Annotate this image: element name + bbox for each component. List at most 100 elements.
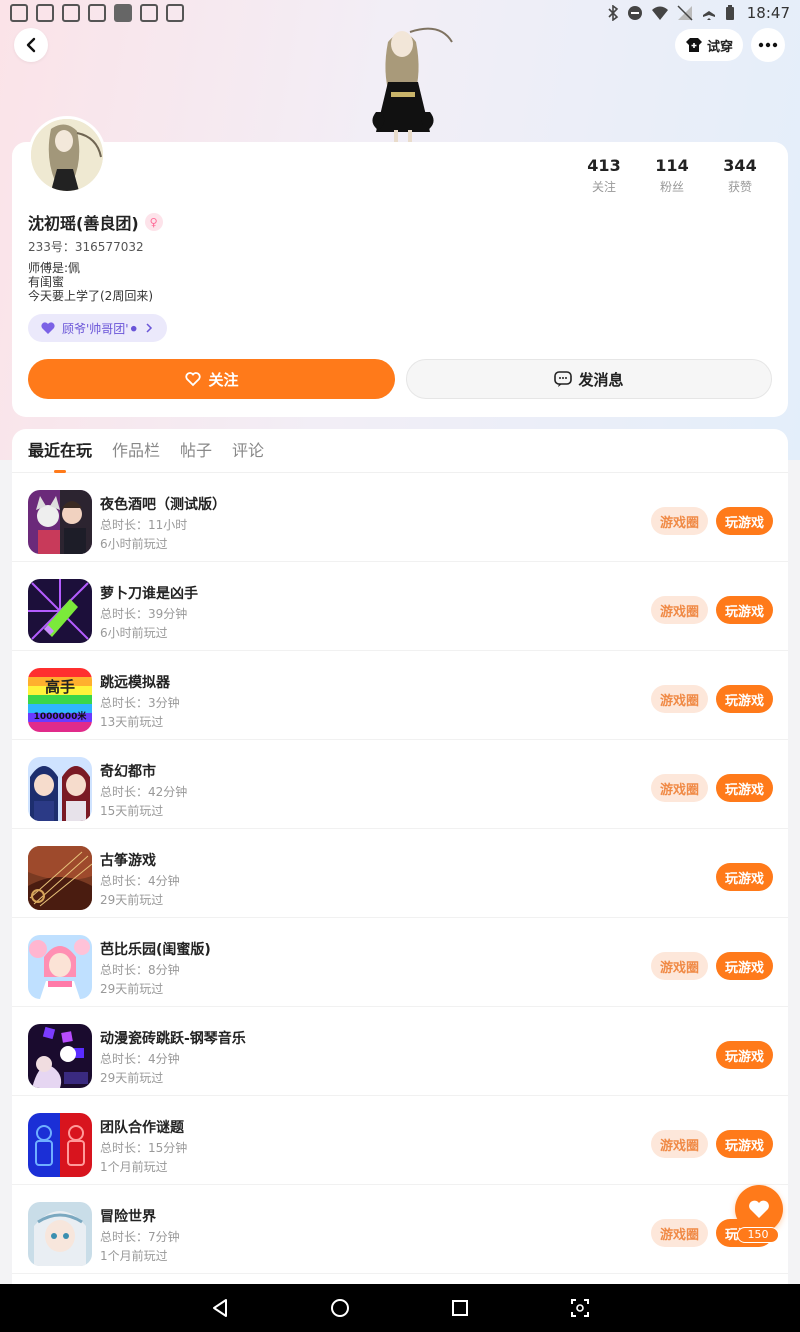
team-label: 顾爷'帅哥团'⚫: [62, 321, 139, 336]
try-on-button[interactable]: 试穿: [675, 29, 743, 61]
notification-icon: [10, 4, 28, 22]
game-icon: 高手 1000000米: [28, 668, 92, 732]
play-game-button[interactable]: 玩游戏: [716, 863, 773, 891]
game-circle-button[interactable]: 游戏圈: [651, 1219, 708, 1247]
game-last-played: 6小时前玩过: [100, 537, 168, 551]
like-count: 150: [737, 1227, 779, 1243]
profile-card: 413 关注 114 粉丝 344 获赞 沈初瑶(善良团) ♀ 233号：316…: [12, 116, 788, 417]
bluetooth-icon: [608, 5, 618, 21]
message-label: 发消息: [578, 370, 624, 389]
tab-comments[interactable]: 评论: [232, 429, 264, 473]
game-row[interactable]: 高手 1000000米 跳远模拟器 总时长：3分钟 13天前玩过 游戏圈 玩游戏: [12, 651, 788, 740]
try-on-label: 试穿: [706, 39, 733, 55]
game-last-played: 29天前玩过: [100, 893, 164, 907]
bio-line: 有闺蜜: [28, 275, 65, 289]
game-circle-button[interactable]: 游戏圈: [651, 774, 708, 802]
bio-line: 今天要上学了(2周回来): [28, 289, 153, 303]
stat-label: 粉丝: [659, 180, 684, 194]
game-icon: [28, 1113, 92, 1177]
game-icon: [28, 1202, 92, 1266]
video-icon: [140, 4, 158, 22]
game-row[interactable]: 古筝游戏 总时长：4分钟 29天前玩过 玩游戏: [12, 829, 788, 918]
nav-back-icon[interactable]: [210, 1298, 230, 1318]
tshirt-icon: [685, 38, 702, 52]
game-circle-button[interactable]: 游戏圈: [651, 685, 708, 713]
game-last-played: 1个月前玩过: [100, 1249, 168, 1263]
game-last-played: 29天前玩过: [100, 1071, 164, 1085]
game-circle-button[interactable]: 游戏圈: [651, 1130, 708, 1158]
games-panel: 最近在玩 作品栏 帖子 评论 夜色酒吧（测试版） 总时长：11小时 6小时前玩过…: [12, 429, 788, 1289]
chat-icon: [554, 371, 573, 387]
nav-screenshot-icon[interactable]: [570, 1298, 590, 1318]
stat-followers[interactable]: 114 粉丝: [638, 156, 706, 196]
avatar[interactable]: [28, 116, 106, 194]
game-row[interactable]: 团队合作谜题 总时长：15分钟 1个月前玩过 游戏圈 玩游戏: [12, 1096, 788, 1185]
chevron-right-icon: [146, 323, 152, 333]
heart-icon: [41, 322, 55, 334]
game-duration: 总时长：11小时: [100, 518, 188, 532]
stat-following[interactable]: 413 关注: [570, 156, 638, 196]
game-icon: [28, 846, 92, 910]
game-circle-button[interactable]: 游戏圈: [651, 596, 708, 624]
game-last-played: 29天前玩过: [100, 982, 164, 996]
stat-likes[interactable]: 344 获赞: [706, 156, 774, 196]
like-button[interactable]: [735, 1185, 783, 1233]
game-row[interactable]: 夜色酒吧（测试版） 总时长：11小时 6小时前玩过 游戏圈 玩游戏: [12, 473, 788, 562]
game-row[interactable]: 奇幻都市 总时长：42分钟 15天前玩过 游戏圈 玩游戏: [12, 740, 788, 829]
game-name: 团队合作谜题: [100, 1120, 184, 1136]
more-button[interactable]: [751, 28, 785, 62]
game-last-played: 6小时前玩过: [100, 626, 168, 640]
nav-home-icon[interactable]: [330, 1298, 350, 1318]
game-duration: 总时长：39分钟: [100, 607, 188, 621]
follow-button[interactable]: 关注: [28, 359, 395, 399]
message-button[interactable]: 发消息: [406, 359, 772, 399]
game-last-played: 1个月前玩过: [100, 1160, 168, 1174]
play-game-button[interactable]: 玩游戏: [716, 596, 773, 624]
tab-posts[interactable]: 帖子: [180, 429, 212, 473]
game-name: 芭比乐园(闺蜜版): [100, 942, 211, 958]
game-duration: 总时长：42分钟: [100, 785, 188, 799]
stat-value: 344: [723, 156, 757, 175]
game-circle-button[interactable]: 游戏圈: [651, 952, 708, 980]
bio-line: 师傅是:佩: [28, 261, 81, 275]
game-duration: 总时长：8分钟: [100, 963, 180, 977]
back-button[interactable]: [14, 28, 48, 62]
stat-label: 关注: [591, 180, 616, 194]
game-name: 动漫瓷砖跳跃-钢琴音乐: [100, 1031, 246, 1047]
game-icon: [28, 1024, 92, 1088]
team-pill[interactable]: 顾爷'帅哥团'⚫: [28, 314, 167, 342]
stat-label: 获赞: [727, 180, 752, 194]
stat-value: 413: [587, 156, 621, 175]
dnd-icon: [627, 6, 642, 20]
avatar-figure: [372, 27, 453, 142]
signal-off-icon: [677, 5, 693, 21]
nav-recents-icon[interactable]: [450, 1298, 470, 1318]
play-game-button[interactable]: 玩游戏: [716, 685, 773, 713]
tab-works[interactable]: 作品栏: [112, 429, 160, 473]
game-row[interactable]: 芭比乐园(闺蜜版) 总时长：8分钟 29天前玩过 游戏圈 玩游戏: [12, 918, 788, 1007]
game-row[interactable]: 动漫瓷砖跳跃-钢琴音乐 总时长：4分钟 29天前玩过 玩游戏: [12, 1007, 788, 1096]
play-game-button[interactable]: 玩游戏: [716, 774, 773, 802]
game-duration: 总时长：15分钟: [100, 1141, 188, 1155]
notification-icon: [36, 4, 54, 22]
user-name-row: 沈初瑶(善良团) ♀: [28, 210, 163, 234]
play-game-button[interactable]: 玩游戏: [716, 1130, 773, 1158]
follow-label: 关注: [208, 370, 239, 389]
tab-bar: 最近在玩 作品栏 帖子 评论: [12, 429, 788, 473]
game-row[interactable]: 冒险世界 总时长：7分钟 1个月前玩过 游戏圈 玩游戏: [12, 1185, 788, 1274]
game-icon: [28, 757, 92, 821]
activity-icon: [166, 4, 184, 22]
game-circle-button[interactable]: 游戏圈: [651, 507, 708, 535]
like-icon: [749, 1200, 769, 1218]
game-icon-text: 1000000米: [34, 710, 88, 722]
user-name: 沈初瑶(善良团): [28, 214, 139, 233]
bio: 师傅是:佩 有闺蜜 今天要上学了(2周回来): [28, 261, 153, 303]
play-game-button[interactable]: 玩游戏: [716, 507, 773, 535]
heart-plus-icon: [185, 372, 202, 387]
game-row[interactable]: 萝卜刀谁是凶手 总时长：39分钟 6小时前玩过 游戏圈 玩游戏: [12, 562, 788, 651]
game-last-played: 15天前玩过: [100, 804, 164, 818]
play-game-button[interactable]: 玩游戏: [716, 952, 773, 980]
tab-recent[interactable]: 最近在玩: [28, 429, 92, 473]
play-game-button[interactable]: 玩游戏: [716, 1041, 773, 1069]
game-last-played: 13天前玩过: [100, 715, 164, 729]
